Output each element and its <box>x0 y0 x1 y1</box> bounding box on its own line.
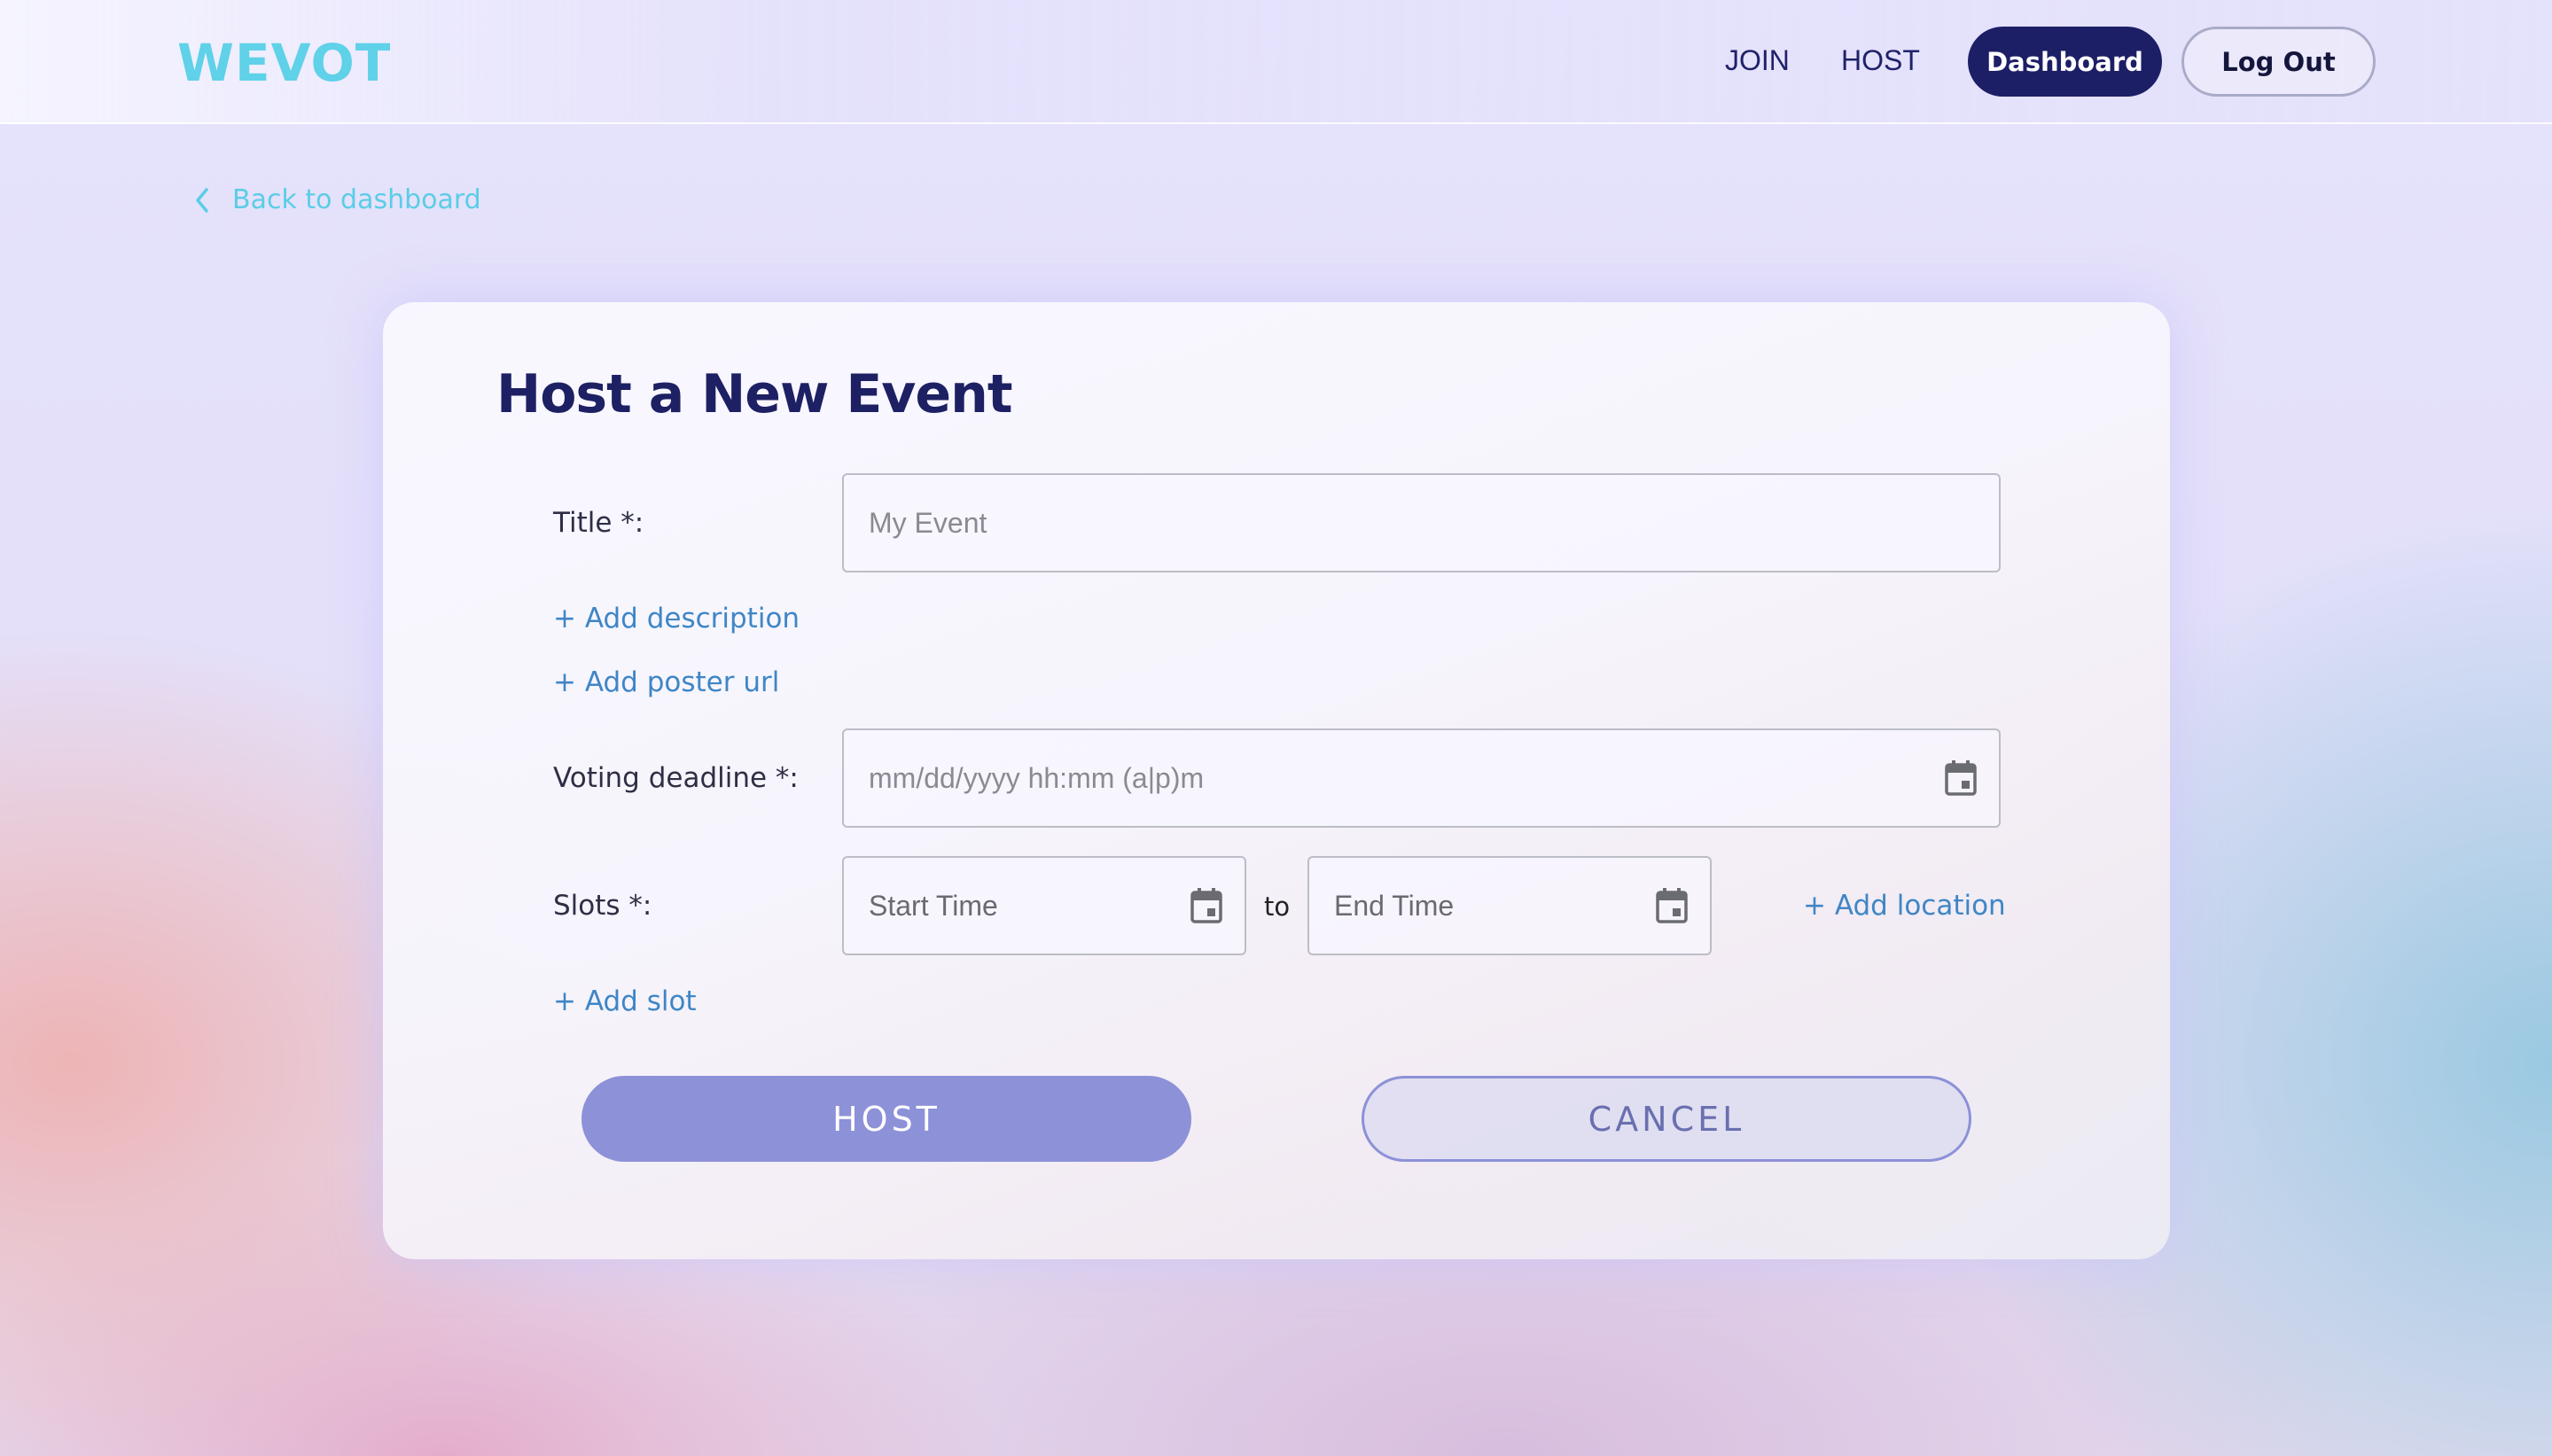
voting-deadline-label: Voting deadline *: <box>553 762 799 794</box>
title-input-placeholder: My Event <box>869 506 987 539</box>
chevron-left-icon <box>193 186 211 214</box>
title-label: Title *: <box>553 507 644 539</box>
add-slot-link[interactable]: + Add slot <box>553 984 697 1019</box>
voting-deadline-placeholder: mm/dd/yyyy hh:mm (a|p)m <box>869 761 1205 794</box>
host-button[interactable]: HOST <box>581 1076 1191 1162</box>
calendar-icon[interactable] <box>1190 887 1223 924</box>
start-time-placeholder: Start Time <box>869 889 998 922</box>
title-input[interactable]: My Event <box>842 473 2001 572</box>
voting-deadline-input[interactable]: mm/dd/yyyy hh:mm (a|p)m <box>842 728 2001 828</box>
logout-button[interactable]: Log Out <box>2181 27 2376 97</box>
back-to-dashboard-link[interactable]: Back to dashboard <box>193 181 481 220</box>
calendar-icon[interactable] <box>1655 887 1689 924</box>
add-description-link[interactable]: + Add description <box>553 601 800 636</box>
page-title: Host a New Event <box>496 363 1013 425</box>
cancel-button[interactable]: CANCEL <box>1362 1076 1971 1162</box>
dashboard-button[interactable]: Dashboard <box>1968 27 2162 97</box>
nav-join-link[interactable]: JOIN <box>1725 43 1790 78</box>
slot-end-time-input[interactable]: End Time <box>1307 856 1712 955</box>
slot-separator: to <box>1264 892 1291 922</box>
nav-host-link[interactable]: HOST <box>1841 43 1920 78</box>
slot-start-time-input[interactable]: Start Time <box>842 856 1246 955</box>
add-location-link[interactable]: + Add location <box>1803 888 2006 923</box>
logo[interactable]: WEVOT <box>177 32 391 94</box>
add-poster-url-link[interactable]: + Add poster url <box>553 665 779 700</box>
slots-label: Slots *: <box>553 890 652 922</box>
host-event-card: Host a New Event Title *: My Event + Add… <box>383 302 2170 1259</box>
back-link-label: Back to dashboard <box>232 184 481 215</box>
calendar-icon[interactable] <box>1944 759 1978 797</box>
top-navbar: WEVOT JOIN HOST Dashboard Log Out <box>0 0 2552 124</box>
end-time-placeholder: End Time <box>1334 889 1455 922</box>
